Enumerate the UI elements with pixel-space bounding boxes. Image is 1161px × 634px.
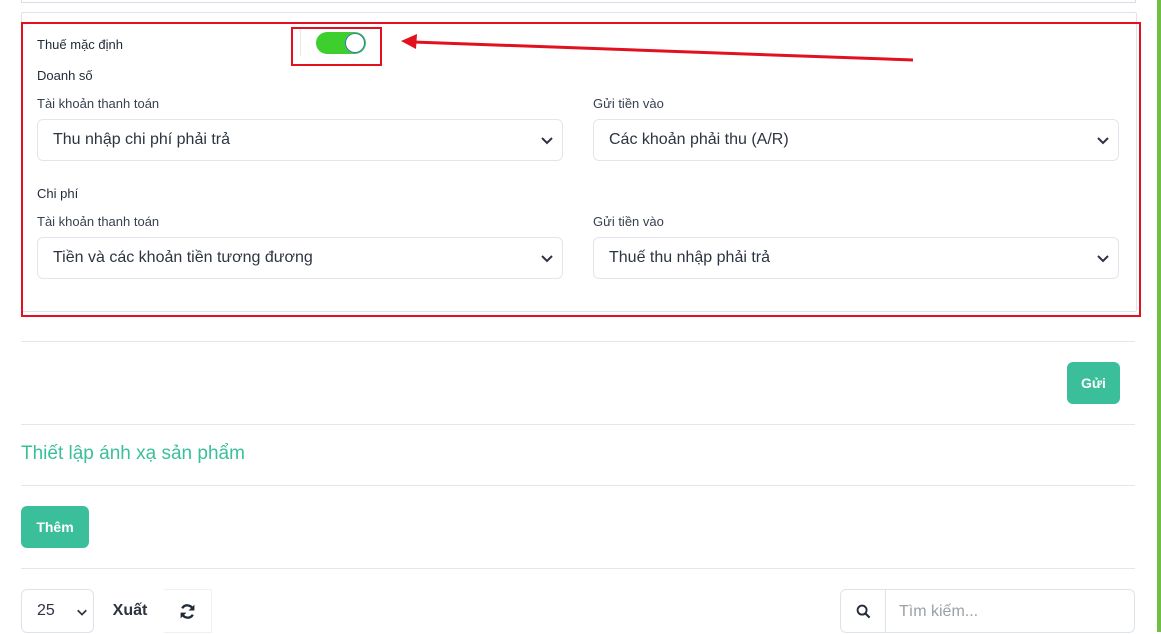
divider (21, 424, 1135, 425)
search-button[interactable] (841, 590, 886, 632)
divider (21, 485, 1135, 486)
search-group (840, 589, 1147, 634)
annotation-arrow-icon (401, 34, 914, 62)
page-size-value: 25 (37, 602, 55, 619)
highlight-box-toggle (291, 27, 382, 66)
page-size-select[interactable]: 25 (21, 589, 94, 633)
highlight-box-tax-settings (21, 22, 1141, 317)
previous-panel-edge (21, 0, 1136, 3)
chevron-down-icon (77, 609, 87, 616)
product-mapping-title: Thiết lập ánh xạ sản phẩm (21, 443, 245, 464)
divider (21, 341, 1135, 342)
search-icon (856, 604, 870, 618)
add-button[interactable]: Thêm (21, 506, 89, 548)
divider (21, 568, 1135, 569)
search-input[interactable] (886, 590, 1147, 634)
export-button[interactable]: Xuất (96, 589, 164, 633)
window-edge (1157, 0, 1161, 632)
refresh-icon (180, 603, 195, 619)
refresh-button[interactable] (164, 589, 212, 633)
submit-button[interactable]: Gửi (1067, 362, 1120, 404)
